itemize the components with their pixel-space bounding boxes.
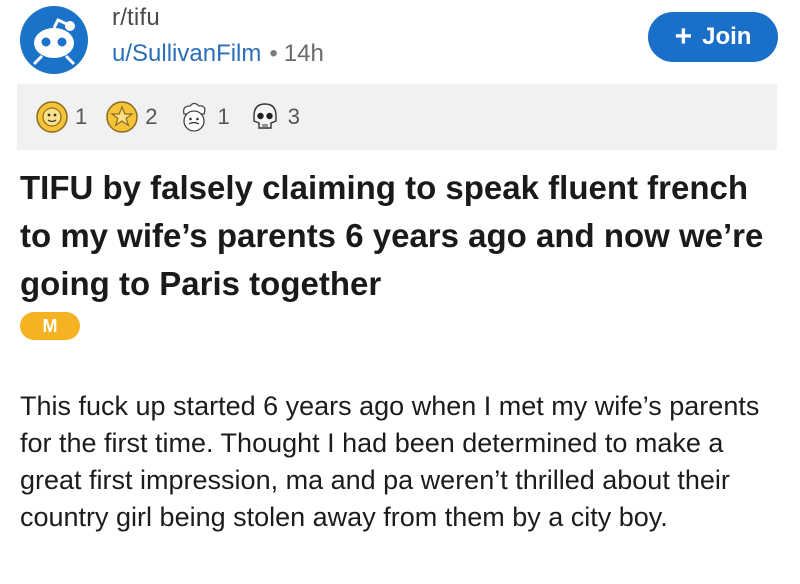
sun-face-award-icon (36, 101, 68, 133)
join-label: Join (702, 23, 752, 50)
award-gold-star[interactable]: 2 (105, 100, 158, 134)
skull-award-icon (253, 103, 277, 129)
chef-face-award-icon (182, 102, 205, 132)
award-count: 2 (145, 104, 158, 129)
award-chef-face[interactable]: 1 (176, 100, 230, 134)
award-sun-face[interactable]: 1 (35, 100, 87, 134)
award-count: 3 (287, 104, 300, 129)
awards-bar[interactable]: 1 2 1 3 (17, 84, 777, 150)
join-button[interactable]: + Join (648, 12, 778, 62)
meta-separator: • (269, 40, 278, 67)
plus-icon: + (674, 20, 693, 53)
post-header: r/tifu u/SullivanFilm • 14h + Join (0, 0, 800, 84)
award-count: 1 (75, 104, 88, 129)
gold-star-award-icon (106, 101, 138, 133)
post-body: This fuck up started 6 years ago when I … (20, 391, 760, 532)
subreddit-name[interactable]: r/tifu (112, 4, 160, 32)
post-flair[interactable]: M (20, 312, 80, 340)
post-meta: u/SullivanFilm • 14h (112, 40, 324, 68)
post-title[interactable]: TIFU by falsely claiming to speak fluent… (20, 164, 780, 308)
award-count: 1 (217, 104, 230, 129)
author-link[interactable]: u/SullivanFilm (112, 40, 261, 67)
post-age: 14h (283, 40, 324, 67)
award-skull[interactable]: 3 (248, 100, 300, 134)
subreddit-icon[interactable] (20, 6, 88, 74)
